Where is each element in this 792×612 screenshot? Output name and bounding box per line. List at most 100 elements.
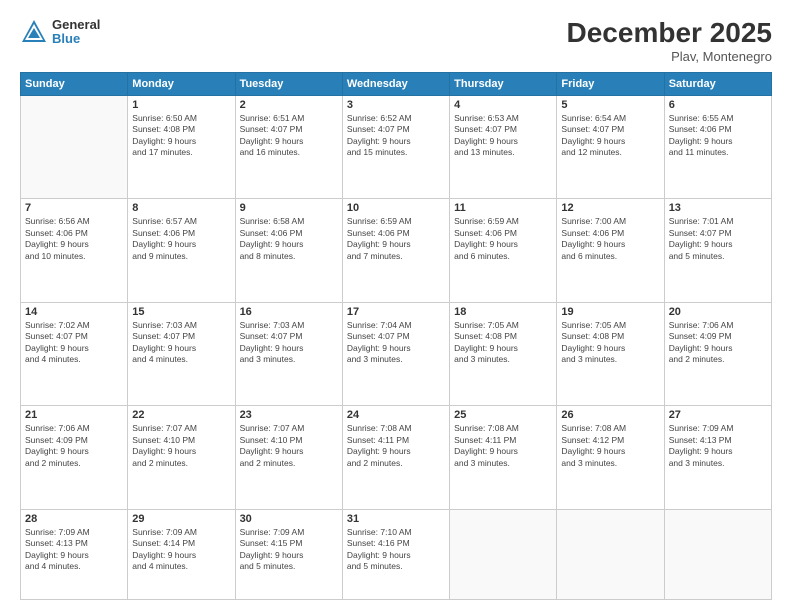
day-info: Sunrise: 6:59 AM Sunset: 4:06 PM Dayligh… [454,216,552,262]
day-info: Sunrise: 6:51 AM Sunset: 4:07 PM Dayligh… [240,113,338,159]
calendar-week-row: 7 Sunrise: 6:56 AM Sunset: 4:06 PM Daylig… [21,199,772,302]
day-number: 1 [132,99,230,111]
day-info: Sunrise: 7:01 AM Sunset: 4:07 PM Dayligh… [669,216,767,262]
day-info: Sunrise: 7:07 AM Sunset: 4:10 PM Dayligh… [132,423,230,469]
calendar-cell: 11 Sunrise: 6:59 AM Sunset: 4:06 PM Dayli… [450,199,557,302]
calendar-cell [450,509,557,599]
calendar-cell: 31 Sunrise: 7:10 AM Sunset: 4:16 PM Dayli… [342,509,449,599]
calendar-header-row: SundayMondayTuesdayWednesdayThursdayFrid… [21,72,772,95]
day-number: 22 [132,409,230,421]
day-number: 23 [240,409,338,421]
day-info: Sunrise: 7:06 AM Sunset: 4:09 PM Dayligh… [25,423,123,469]
calendar-cell: 30 Sunrise: 7:09 AM Sunset: 4:15 PM Dayli… [235,509,342,599]
day-number: 9 [240,202,338,214]
day-number: 29 [132,513,230,525]
logo-text: General Blue [52,18,100,47]
calendar-header-wednesday: Wednesday [342,72,449,95]
calendar-cell [664,509,771,599]
day-number: 19 [561,306,659,318]
calendar-cell: 10 Sunrise: 6:59 AM Sunset: 4:06 PM Dayli… [342,199,449,302]
logo-blue-text: Blue [52,32,100,46]
page: General Blue December 2025 Plav, Montene… [0,0,792,612]
day-info: Sunrise: 7:05 AM Sunset: 4:08 PM Dayligh… [561,320,659,366]
calendar-header-friday: Friday [557,72,664,95]
calendar-header-sunday: Sunday [21,72,128,95]
day-info: Sunrise: 7:08 AM Sunset: 4:11 PM Dayligh… [347,423,445,469]
calendar-cell: 22 Sunrise: 7:07 AM Sunset: 4:10 PM Dayli… [128,406,235,509]
day-number: 25 [454,409,552,421]
day-info: Sunrise: 6:57 AM Sunset: 4:06 PM Dayligh… [132,216,230,262]
day-number: 6 [669,99,767,111]
calendar-header-monday: Monday [128,72,235,95]
day-info: Sunrise: 7:09 AM Sunset: 4:15 PM Dayligh… [240,527,338,573]
calendar-cell: 13Sunrise: 7:01 AM Sunset: 4:07 PM Dayli… [664,199,771,302]
day-number: 20 [669,306,767,318]
day-info: Sunrise: 6:54 AM Sunset: 4:07 PM Dayligh… [561,113,659,159]
day-number: 24 [347,409,445,421]
calendar-cell: 21 Sunrise: 7:06 AM Sunset: 4:09 PM Dayli… [21,406,128,509]
day-number: 21 [25,409,123,421]
day-info: Sunrise: 7:09 AM Sunset: 4:13 PM Dayligh… [25,527,123,573]
day-number: 7 [25,202,123,214]
day-info: Sunrise: 7:08 AM Sunset: 4:12 PM Dayligh… [561,423,659,469]
calendar-cell: 25 Sunrise: 7:08 AM Sunset: 4:11 PM Dayli… [450,406,557,509]
day-number: 3 [347,99,445,111]
day-number: 31 [347,513,445,525]
day-number: 8 [132,202,230,214]
day-number: 4 [454,99,552,111]
logo-general-text: General [52,18,100,32]
calendar-cell: 4 Sunrise: 6:53 AM Sunset: 4:07 PM Daylig… [450,95,557,198]
calendar-header-thursday: Thursday [450,72,557,95]
calendar-cell: 19 Sunrise: 7:05 AM Sunset: 4:08 PM Dayli… [557,302,664,405]
day-info: Sunrise: 7:10 AM Sunset: 4:16 PM Dayligh… [347,527,445,573]
logo: General Blue [20,18,100,47]
day-number: 27 [669,409,767,421]
day-info: Sunrise: 7:03 AM Sunset: 4:07 PM Dayligh… [132,320,230,366]
day-info: Sunrise: 6:58 AM Sunset: 4:06 PM Dayligh… [240,216,338,262]
calendar-week-row: 14 Sunrise: 7:02 AM Sunset: 4:07 PM Dayli… [21,302,772,405]
day-number: 18 [454,306,552,318]
calendar-week-row: 28Sunrise: 7:09 AM Sunset: 4:13 PM Dayli… [21,509,772,599]
day-info: Sunrise: 7:02 AM Sunset: 4:07 PM Dayligh… [25,320,123,366]
calendar-cell: 2 Sunrise: 6:51 AM Sunset: 4:07 PM Daylig… [235,95,342,198]
day-number: 30 [240,513,338,525]
calendar-cell: 20 Sunrise: 7:06 AM Sunset: 4:09 PM Dayli… [664,302,771,405]
day-info: Sunrise: 6:56 AM Sunset: 4:06 PM Dayligh… [25,216,123,262]
calendar-cell: 28Sunrise: 7:09 AM Sunset: 4:13 PM Dayli… [21,509,128,599]
calendar-cell: 17Sunrise: 7:04 AM Sunset: 4:07 PM Dayli… [342,302,449,405]
day-info: Sunrise: 7:08 AM Sunset: 4:11 PM Dayligh… [454,423,552,469]
calendar-header-tuesday: Tuesday [235,72,342,95]
day-number: 11 [454,202,552,214]
calendar-cell: 26 Sunrise: 7:08 AM Sunset: 4:12 PM Dayli… [557,406,664,509]
calendar-cell: 16Sunrise: 7:03 AM Sunset: 4:07 PM Dayli… [235,302,342,405]
calendar-cell: 23Sunrise: 7:07 AM Sunset: 4:10 PM Dayli… [235,406,342,509]
calendar-cell: 6 Sunrise: 6:55 AM Sunset: 4:06 PM Daylig… [664,95,771,198]
calendar-cell [557,509,664,599]
day-info: Sunrise: 7:03 AM Sunset: 4:07 PM Dayligh… [240,320,338,366]
calendar-cell: 24 Sunrise: 7:08 AM Sunset: 4:11 PM Dayli… [342,406,449,509]
day-number: 10 [347,202,445,214]
header: General Blue December 2025 Plav, Montene… [20,18,772,64]
location: Plav, Montenegro [567,49,772,64]
month-title: December 2025 [567,18,772,49]
day-number: 14 [25,306,123,318]
day-number: 12 [561,202,659,214]
calendar-header-saturday: Saturday [664,72,771,95]
day-info: Sunrise: 6:59 AM Sunset: 4:06 PM Dayligh… [347,216,445,262]
day-info: Sunrise: 6:52 AM Sunset: 4:07 PM Dayligh… [347,113,445,159]
day-info: Sunrise: 7:05 AM Sunset: 4:08 PM Dayligh… [454,320,552,366]
day-number: 17 [347,306,445,318]
day-info: Sunrise: 6:50 AM Sunset: 4:08 PM Dayligh… [132,113,230,159]
calendar-cell [21,95,128,198]
day-number: 2 [240,99,338,111]
day-info: Sunrise: 7:09 AM Sunset: 4:14 PM Dayligh… [132,527,230,573]
day-number: 26 [561,409,659,421]
calendar-table: SundayMondayTuesdayWednesdayThursdayFrid… [20,72,772,600]
day-info: Sunrise: 7:06 AM Sunset: 4:09 PM Dayligh… [669,320,767,366]
day-info: Sunrise: 7:09 AM Sunset: 4:13 PM Dayligh… [669,423,767,469]
day-info: Sunrise: 6:53 AM Sunset: 4:07 PM Dayligh… [454,113,552,159]
day-info: Sunrise: 6:55 AM Sunset: 4:06 PM Dayligh… [669,113,767,159]
day-info: Sunrise: 7:00 AM Sunset: 4:06 PM Dayligh… [561,216,659,262]
calendar-week-row: 21 Sunrise: 7:06 AM Sunset: 4:09 PM Dayli… [21,406,772,509]
day-number: 5 [561,99,659,111]
